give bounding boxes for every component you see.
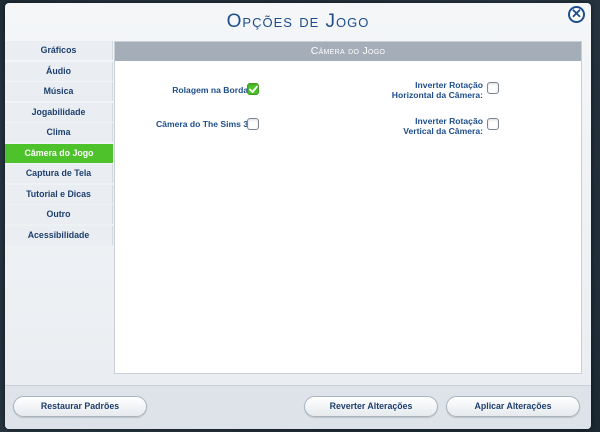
checkmark-icon xyxy=(249,85,258,93)
options-sidebar: Gráficos Áudio Música Jogabilidade Clima… xyxy=(5,41,113,246)
sidebar-item-audio[interactable]: Áudio xyxy=(5,61,113,81)
sims3-camera-label: Câmera do The Sims 3: xyxy=(155,119,251,129)
sidebar-item-accessibility[interactable]: Acessibilidade xyxy=(5,225,113,245)
sidebar-item-tutorial-tips[interactable]: Tutorial e Dicas xyxy=(5,184,113,204)
game-options-dialog: Opções de Jogo ✕ Gráficos Áudio Música J… xyxy=(5,3,591,429)
invert-horizontal-label-line1: Inverter Rotação xyxy=(415,80,483,90)
sidebar-item-screen-capture[interactable]: Captura de Tela xyxy=(5,164,113,183)
edge-scroll-checkbox[interactable] xyxy=(247,83,259,95)
sidebar-item-music[interactable]: Música xyxy=(5,82,113,101)
close-icon[interactable]: ✕ xyxy=(568,6,585,23)
dialog-footer: Restaurar Padrões Reverter Alterações Ap… xyxy=(5,385,591,429)
sidebar-item-gameplay[interactable]: Jogabilidade xyxy=(5,102,113,122)
sidebar-item-other[interactable]: Outro xyxy=(5,205,113,224)
invert-horizontal-checkbox[interactable] xyxy=(487,82,499,94)
sidebar-item-graphics[interactable]: Gráficos xyxy=(5,41,113,60)
camera-settings-panel: Câmera do Jogo Rolagem na Borda: Câmera … xyxy=(114,41,582,374)
edge-scroll-label: Rolagem na Borda: xyxy=(172,85,251,95)
invert-vertical-label-line1: Inverter Rotação xyxy=(415,116,483,126)
invert-vertical-checkbox[interactable] xyxy=(487,118,499,130)
dialog-title: Opções de Jogo xyxy=(226,11,370,32)
sims3-camera-checkbox[interactable] xyxy=(247,118,259,130)
invert-vertical-label-line2: Vertical da Câmera: xyxy=(403,126,483,136)
sidebar-item-game-camera[interactable]: Câmera do Jogo xyxy=(5,143,113,163)
apply-changes-button[interactable]: Aplicar Alterações xyxy=(446,396,580,417)
sidebar-item-weather[interactable]: Clima xyxy=(5,123,113,142)
panel-header: Câmera do Jogo xyxy=(115,42,581,61)
restore-defaults-button[interactable]: Restaurar Padrões xyxy=(13,396,147,417)
invert-horizontal-label: Inverter Rotação Horizontal da Câmera: xyxy=(375,80,483,100)
invert-horizontal-label-line2: Horizontal da Câmera: xyxy=(391,90,483,100)
invert-vertical-label: Inverter Rotação Vertical da Câmera: xyxy=(375,116,483,136)
revert-changes-button[interactable]: Reverter Alterações xyxy=(304,396,438,417)
